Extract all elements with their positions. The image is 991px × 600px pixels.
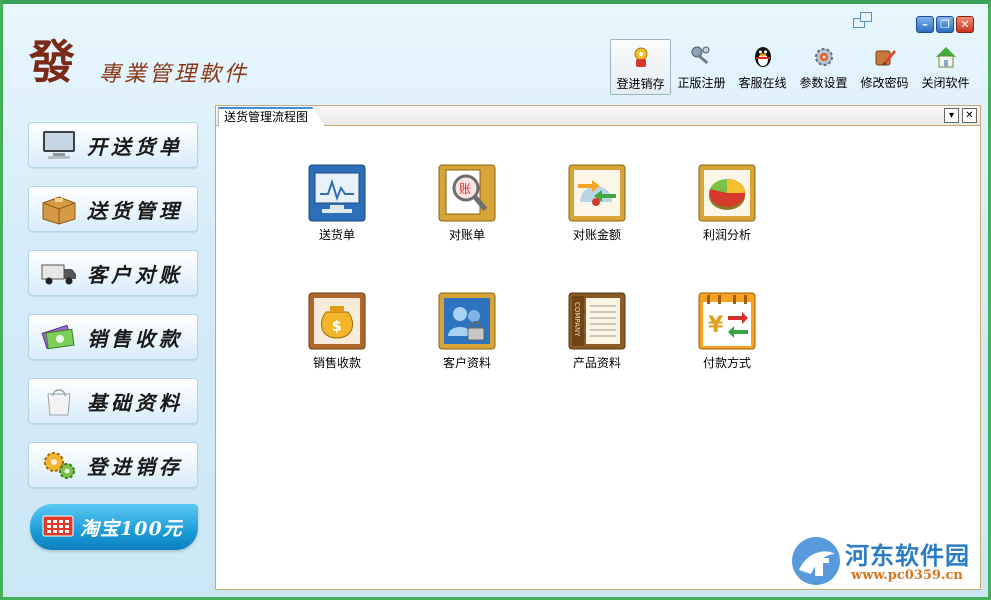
card-statement[interactable]: 账 对账单 <box>422 164 512 243</box>
card-label: 对账金额 <box>572 228 621 242</box>
toolbar-label: 修改密码 <box>860 76 909 90</box>
toolbar-stock-button[interactable]: 登进销存 <box>610 39 671 95</box>
truck-icon <box>39 256 79 290</box>
toolbar-exit-button[interactable]: 关闭软件 <box>915 39 976 95</box>
card-payment-method[interactable]: ¥ 付款方式 <box>682 292 772 371</box>
card-label: 对账单 <box>448 228 485 242</box>
sidebar-item-create-delivery[interactable]: 开送货单 <box>28 122 198 168</box>
toolbar-password-button[interactable]: 修改密码 <box>854 39 915 95</box>
card-label: 客户资料 <box>442 356 491 370</box>
floating-restore-icon[interactable] <box>853 12 875 30</box>
money-bag-icon: $ <box>308 292 366 350</box>
sidebar-item-inventory[interactable]: 登进销存 <box>28 442 198 488</box>
flow-grid: 送货单 账 对账单 对账金额 利润分析 $ 销售收款 客户资料 COMPANY … <box>216 126 980 586</box>
app-logo: 發 <box>29 35 75 89</box>
calendar-grid-icon <box>42 515 74 540</box>
tab-strip: 送货管理流程图 ▾ ✕ <box>216 106 980 126</box>
top-toolbar: 登进销存 正版注册 客服在线 参数设置 修改密码 关闭软件 <box>610 39 976 95</box>
tab-controls: ▾ ✕ <box>944 108 977 123</box>
card-customer-data[interactable]: 客户资料 <box>422 292 512 371</box>
sidebar-item-label: 销售收款 <box>87 326 183 351</box>
sidebar-item-customer-reconciliation[interactable]: 客户对账 <box>28 250 198 296</box>
card-label: 付款方式 <box>702 356 751 370</box>
box-icon <box>39 192 79 226</box>
monitor-icon <box>39 128 79 162</box>
card-profit-analysis[interactable]: 利润分析 <box>682 164 772 243</box>
svg-text:¥: ¥ <box>708 313 724 338</box>
watermark-logo-icon <box>792 537 840 585</box>
card-label: 利润分析 <box>702 228 751 242</box>
tab-close-button[interactable]: ✕ <box>962 108 977 123</box>
card-sales-collection[interactable]: $ 销售收款 <box>292 292 382 371</box>
toolbar-settings-button[interactable]: 参数设置 <box>793 39 854 95</box>
card-label: 产品资料 <box>572 356 621 370</box>
svg-text:账: 账 <box>459 182 471 196</box>
tab-delivery-flow[interactable]: 送货管理流程图 <box>218 107 326 126</box>
customer-icon <box>438 292 496 350</box>
sidebar-item-delivery-management[interactable]: 送货管理 <box>28 186 198 232</box>
pencil-password-icon <box>872 44 898 70</box>
toolbar-register-button[interactable]: 正版注册 <box>671 39 732 95</box>
exit-home-icon <box>933 44 959 70</box>
delivery-note-icon <box>308 164 366 222</box>
app-logo-text: 專業管理軟件 <box>99 62 250 87</box>
toolbar-label: 客服在线 <box>738 76 787 90</box>
minimize-button[interactable]: – <box>916 16 934 33</box>
window-controls: – ❐ ✕ <box>916 16 974 33</box>
toolbar-label: 正版注册 <box>677 76 726 90</box>
gears-icon <box>39 448 79 482</box>
pie-chart-icon <box>698 164 756 222</box>
card-statement-amount[interactable]: 对账金额 <box>552 164 642 243</box>
watermark-title: 河东软件园 <box>845 541 970 570</box>
svg-text:$: $ <box>332 319 342 335</box>
toolbar-label: 登进销存 <box>616 77 665 91</box>
payment-icon: ¥ <box>698 292 756 350</box>
statement-amount-icon <box>568 164 626 222</box>
svg-text:COMPANY: COMPANY <box>573 302 581 337</box>
settings-icon <box>811 44 837 70</box>
sidebar-item-label: 登进销存 <box>87 454 183 479</box>
sidebar-item-label: 客户对账 <box>87 262 183 287</box>
bag-icon <box>39 384 79 418</box>
main-panel: 送货管理流程图 ▾ ✕ 送货单 账 对账单 对账金额 利润分析 $ 销售收款 客… <box>215 105 981 590</box>
watermark: 河东软件园 www.pc0359.cn <box>789 532 989 590</box>
sidebar-item-label: 基础资料 <box>87 390 183 415</box>
promo-label: 淘宝100元 <box>80 517 183 540</box>
app-window: 發 專業管理軟件 – ❐ ✕ 登进销存 正版注册 客服在线 参数设置 修改密码 … <box>0 0 991 600</box>
sidebar-item-basic-data[interactable]: 基础资料 <box>28 378 198 424</box>
card-delivery-note[interactable]: 送货单 <box>292 164 382 243</box>
keys-icon <box>689 44 715 70</box>
card-label: 销售收款 <box>312 356 361 370</box>
product-doc-icon: COMPANY <box>568 292 626 350</box>
qq-penguin-icon <box>750 44 776 70</box>
toolbar-support-button[interactable]: 客服在线 <box>732 39 793 95</box>
card-label: 送货单 <box>318 228 355 242</box>
taobao-promo-button[interactable]: 淘宝100元 <box>30 504 198 550</box>
toolbar-label: 关闭软件 <box>921 76 970 90</box>
tab-dropdown-button[interactable]: ▾ <box>944 108 959 123</box>
watermark-url: www.pc0359.cn <box>851 568 963 583</box>
toolbar-label: 参数设置 <box>799 76 848 90</box>
sidebar-item-label: 开送货单 <box>87 134 183 159</box>
statement-icon: 账 <box>438 164 496 222</box>
sidebar-item-label: 送货管理 <box>87 198 183 223</box>
restore-button[interactable]: ❐ <box>936 16 954 33</box>
close-button[interactable]: ✕ <box>956 16 974 33</box>
stock-icon <box>628 45 654 71</box>
sidebar-item-sales-collection[interactable]: 销售收款 <box>28 314 198 360</box>
money-icon <box>39 320 79 354</box>
sidebar: 开送货单 送货管理 客户对账 销售收款 基础资料 登进销存 <box>28 122 198 506</box>
card-product-data[interactable]: COMPANY 产品资料 <box>552 292 642 371</box>
